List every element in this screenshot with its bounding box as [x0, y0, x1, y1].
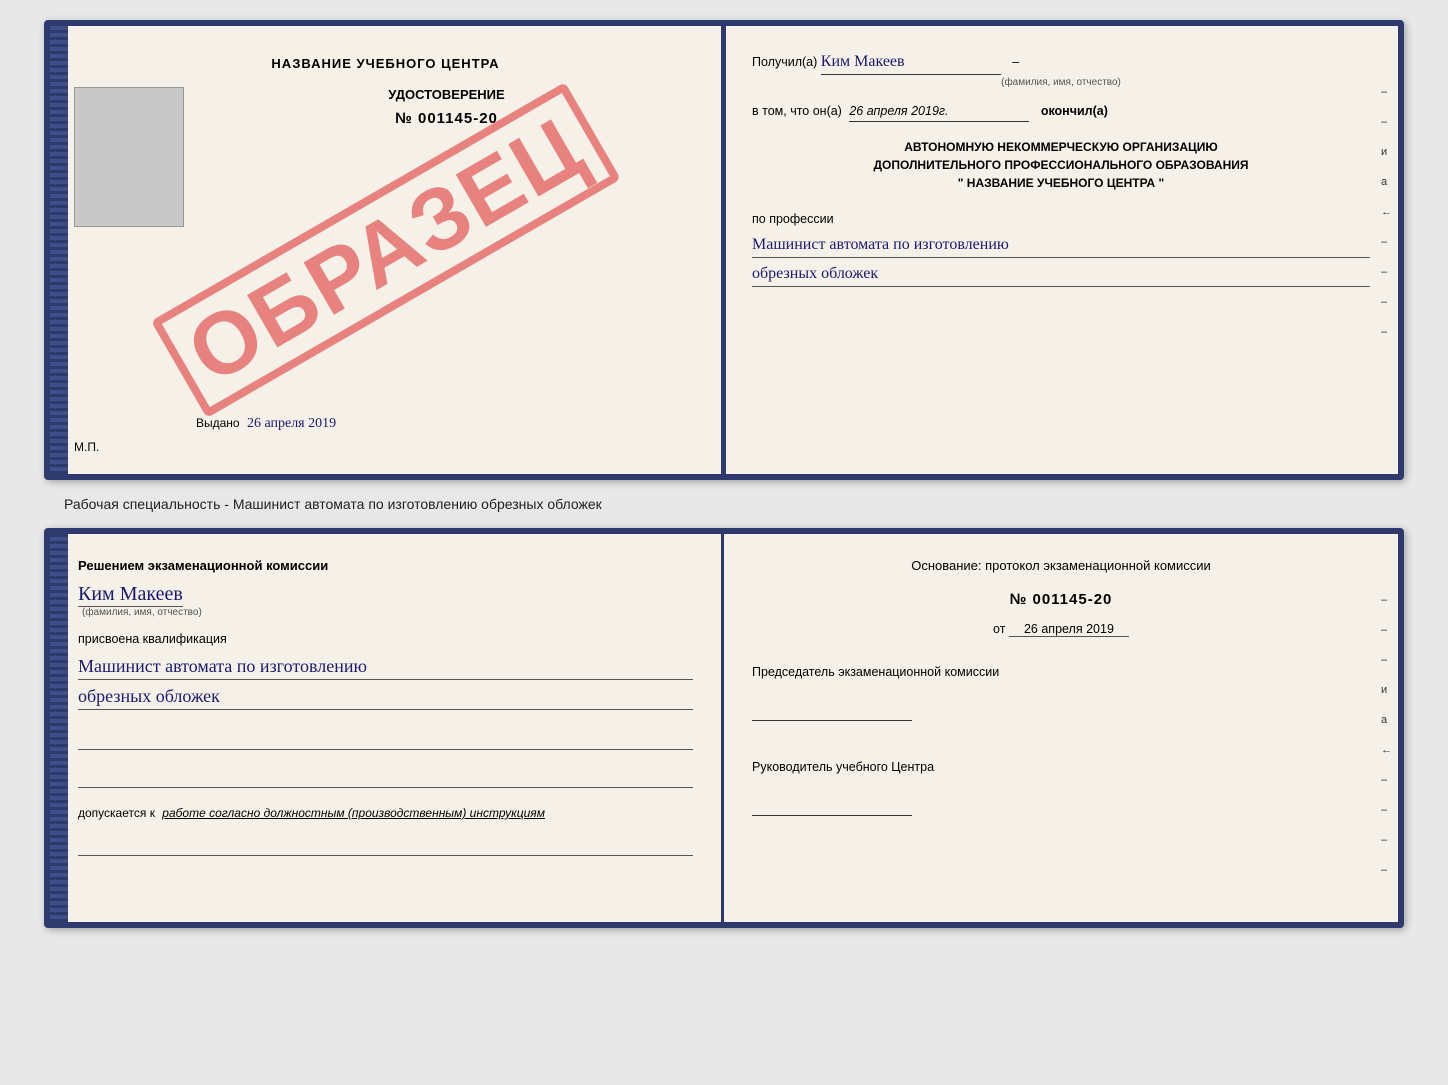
certificate-body: УДОСТОВЕРЕНИЕ № 001145-20 Выдано 26 апре… [74, 87, 697, 432]
mp-label: М.П. [74, 440, 99, 454]
qualification-line2: обрезных обложек [78, 686, 693, 710]
fio-label: (фамилия, имя, отчество) [752, 75, 1370, 90]
issued-date: 26 апреля 2019 [247, 416, 336, 431]
date-label: от [993, 622, 1005, 636]
org-block: АВТОНОМНУЮ НЕКОММЕРЧЕСКУЮ ОРГАНИЗАЦИЮ ДО… [752, 138, 1370, 192]
insert-right-page: Основание: протокол экзаменационной коми… [724, 534, 1398, 922]
school-head-label: Руководитель учебного Центра [752, 760, 1370, 774]
cert-type-label: УДОСТОВЕРЕНИЕ [196, 87, 697, 102]
photo-placeholder [74, 87, 184, 227]
protocol-number: № 001145-20 [752, 591, 1370, 608]
received-row: Получил(а) Ким Макеев – (фамилия, имя, о… [752, 50, 1370, 90]
commission-chair-signature [752, 697, 912, 721]
protocol-date: 26 апреля 2019 [1009, 622, 1129, 637]
bottom-right-side-marks: – – – и а ← – – – – [1381, 594, 1392, 876]
in-that-label: в том, что он(а) [752, 104, 842, 118]
specialty-caption: Рабочая специальность - Машинист автомат… [64, 496, 602, 512]
protocol-date-row: от 26 апреля 2019 [752, 622, 1370, 637]
profession-line2-field: обрезных обложек [752, 262, 1370, 287]
school-head-signature [752, 792, 912, 816]
completed-label: окончил(а) [1041, 104, 1108, 118]
right-side-marks: – – и а ← – – – – [1381, 86, 1392, 338]
person-name: Ким Макеев [78, 583, 183, 605]
org-line1: АВТОНОМНУЮ НЕКОММЕРЧЕСКУЮ ОРГАНИЗАЦИЮ [752, 138, 1370, 156]
profession-line2: обрезных обложек [752, 265, 878, 282]
qualification-line1: Машинист автомата по изготовлению [78, 656, 693, 680]
certificate-front-page: НАЗВАНИЕ УЧЕБНОГО ЦЕНТРА УДОСТОВЕРЕНИЕ №… [50, 26, 724, 474]
assigned-label: присвоена квалификация [78, 632, 693, 646]
org-line3: " НАЗВАНИЕ УЧЕБНОГО ЦЕНТРА " [752, 174, 1370, 192]
certificate-back-page: Получил(а) Ким Макеев – (фамилия, имя, о… [724, 26, 1398, 474]
profession-label: по профессии [752, 210, 1370, 229]
issued-label: Выдано [196, 416, 240, 430]
extra-line-3 [78, 836, 693, 856]
cert-number: № 001145-20 [196, 110, 697, 127]
commission-chair-label: Председатель экзаменационной комиссии [752, 665, 1370, 679]
basis-label: Основание: протокол экзаменационной коми… [752, 558, 1370, 573]
recipient-name-field: Ким Макеев [821, 50, 1001, 75]
fio-label-bottom: (фамилия, имя, отчество) [78, 607, 693, 618]
in-that-row: в том, что он(а) 26 апреля 2019г. окончи… [752, 102, 1370, 122]
school-name-title: НАЗВАНИЕ УЧЕБНОГО ЦЕНТРА [271, 56, 499, 71]
school-head-block: Руководитель учебного Центра [752, 760, 1370, 821]
person-name-block: Ким Макеев (фамилия, имя, отчество) [78, 583, 693, 618]
completed-date: 26 апреля 2019г. [849, 104, 948, 118]
allowed-row: допускается к работе согласно должностны… [78, 806, 693, 820]
decision-label: Решением экзаменационной комиссии [78, 558, 693, 573]
org-line2: ДОПОЛНИТЕЛЬНОГО ПРОФЕССИОНАЛЬНОГО ОБРАЗО… [752, 156, 1370, 174]
bottom-document-spread: Решением экзаменационной комиссии Ким Ма… [44, 528, 1404, 928]
allowed-text: работе согласно должностным (производств… [162, 806, 545, 820]
person-name-field: Ким Макеев [78, 583, 183, 607]
extra-line-1 [78, 730, 693, 750]
insert-left-page: Решением экзаменационной комиссии Ким Ма… [50, 534, 724, 922]
allowed-label: допускается к [78, 806, 155, 820]
dash-spacer: – [1012, 55, 1019, 69]
profession-line1: Машинист автомата по изготовлению [752, 236, 1009, 253]
profession-row: по профессии Машинист автомата по изгото… [752, 210, 1370, 287]
received-label: Получил(а) [752, 55, 817, 69]
cert-issued: Выдано 26 апреля 2019 [196, 416, 697, 432]
extra-line-2 [78, 768, 693, 788]
recipient-name: Ким Макеев [821, 53, 905, 70]
binding-strip-bottom [50, 534, 68, 922]
completed-date-field: 26 апреля 2019г. [849, 102, 1029, 122]
commission-chair-block: Председатель экзаменационной комиссии [752, 665, 1370, 726]
profession-line1-field: Машинист автомата по изготовлению [752, 233, 1370, 258]
top-document-spread: НАЗВАНИЕ УЧЕБНОГО ЦЕНТРА УДОСТОВЕРЕНИЕ №… [44, 20, 1404, 480]
qualification-block: Машинист автомата по изготовлению обрезн… [78, 656, 693, 710]
certificate-text: УДОСТОВЕРЕНИЕ № 001145-20 Выдано 26 апре… [196, 87, 697, 432]
